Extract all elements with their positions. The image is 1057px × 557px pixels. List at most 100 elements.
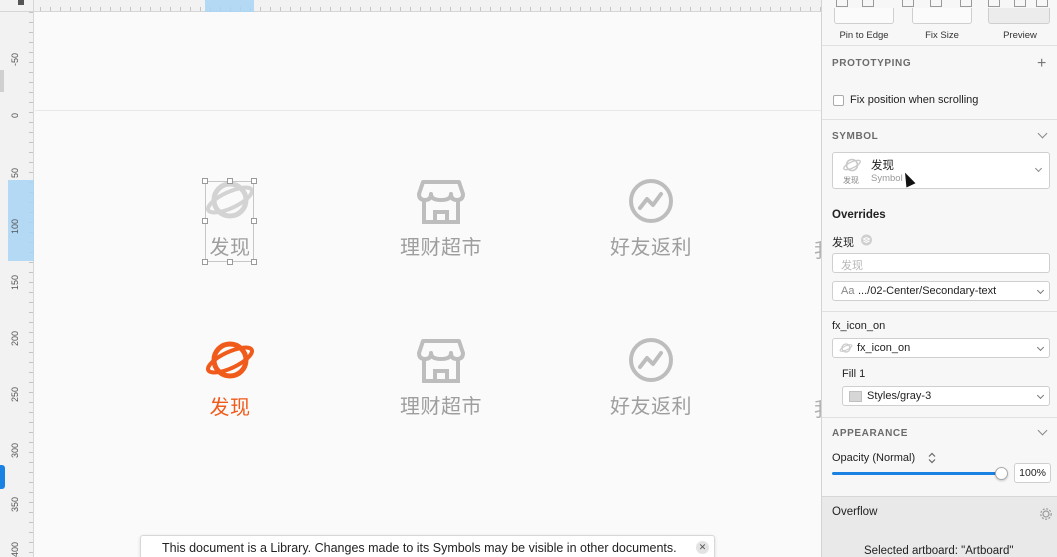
ruler-tick: 200	[10, 330, 20, 346]
preview-control[interactable]	[988, 8, 1050, 24]
resize-handle[interactable]	[202, 218, 208, 224]
tab-label: 理财超市	[400, 235, 482, 259]
tab-item-finance-market[interactable]: 理财超市	[371, 178, 511, 260]
align-icon[interactable]	[902, 0, 914, 7]
text-override-label: 发现	[832, 237, 854, 249]
ruler-tick: 50	[10, 167, 20, 178]
divider	[822, 119, 1057, 120]
artboard-edge	[35, 110, 821, 111]
icon-override-dropdown[interactable]: fx_icon_on	[832, 338, 1050, 358]
close-icon[interactable]: ✕	[696, 541, 709, 554]
align-icon[interactable]	[1014, 0, 1026, 7]
icon-override-label: fx_icon_on	[832, 320, 886, 332]
align-icon[interactable]	[836, 0, 848, 7]
appearance-header: APPEARANCE	[832, 428, 909, 439]
ruler-corner	[0, 0, 34, 12]
design-canvas[interactable]	[35, 13, 821, 557]
chevron-down-icon[interactable]	[1037, 128, 1048, 139]
tab-item-discover-active[interactable]: 发现	[160, 336, 300, 420]
text-style-dropdown[interactable]: Aa .../02-Center/Secondary-text	[832, 281, 1050, 301]
align-icon[interactable]	[862, 0, 874, 7]
symbol-name: 发现	[871, 160, 894, 172]
layer-gutter	[0, 12, 8, 557]
planet-icon	[843, 158, 861, 172]
resize-handle[interactable]	[227, 259, 233, 265]
layers-icon	[861, 234, 872, 246]
trend-circle-icon	[629, 338, 673, 382]
tab-item-friend-rebate[interactable]: 好友返利	[581, 337, 721, 419]
trend-circle-icon	[629, 179, 673, 223]
divider	[822, 45, 1057, 46]
align-icon[interactable]	[930, 0, 942, 7]
tab-item-friend-rebate[interactable]: 好友返利	[581, 178, 721, 260]
add-icon[interactable]: +	[1037, 56, 1046, 72]
color-swatch	[849, 391, 862, 402]
tab-label: 发现	[209, 395, 251, 419]
ruler-tick: -50	[10, 52, 20, 66]
ruler-tick: 350	[10, 496, 20, 512]
pin-to-edge-control[interactable]	[834, 8, 894, 24]
blend-mode-stepper-icon[interactable]	[928, 452, 936, 464]
text-style-icon: Aa	[841, 285, 855, 297]
ruler-tick: 100	[10, 218, 20, 234]
chevron-down-icon	[1036, 391, 1045, 400]
symbol-picker[interactable]: 发现 发现 Symbol	[832, 152, 1050, 189]
resize-handle[interactable]	[202, 259, 208, 265]
divider	[822, 417, 1057, 418]
fix-position-label: Fix position when scrolling	[850, 94, 979, 106]
icon-override-value: fx_icon_on	[857, 342, 911, 354]
clipped-tab-label: 我	[814, 393, 821, 422]
preview-label: Preview	[1003, 30, 1037, 41]
gutter-active-marker[interactable]	[0, 465, 5, 489]
planet-icon	[839, 343, 853, 353]
chevron-down-icon	[1036, 286, 1045, 295]
opacity-slider-knob[interactable]	[995, 467, 1008, 480]
notice-text: This document is a Library. Changes made…	[162, 541, 677, 555]
fix-size-control[interactable]	[912, 8, 972, 24]
fix-size-label: Fix Size	[925, 30, 959, 41]
tab-item-finance-market[interactable]: 理财超市	[371, 337, 511, 419]
align-icon[interactable]	[988, 0, 1000, 7]
gear-icon[interactable]	[1040, 508, 1052, 520]
store-icon	[417, 339, 465, 383]
align-icon[interactable]	[1036, 0, 1048, 7]
opacity-value-input[interactable]: 100%	[1014, 463, 1051, 483]
ruler-tick: 400	[10, 541, 20, 557]
clipped-tab-label: 我	[814, 234, 821, 263]
prototyping-header: PROTOTYPING	[832, 58, 912, 69]
fill-style-dropdown[interactable]: Styles/gray-3	[842, 386, 1050, 406]
resize-handle[interactable]	[251, 218, 257, 224]
sketch-window: -50 0 50 100 150 200 250 300 350 400 发现	[0, 0, 1057, 557]
text-style-value: .../02-Center/Secondary-text	[858, 285, 997, 297]
fill-style-value: Styles/gray-3	[867, 390, 932, 402]
pin-to-edge-label: Pin to Edge	[839, 30, 889, 41]
selection-box[interactable]	[202, 178, 257, 265]
text-override-placeholder: 发现	[841, 260, 863, 272]
resize-handle[interactable]	[251, 259, 257, 265]
horizontal-ruler[interactable]	[0, 0, 821, 12]
resize-handle[interactable]	[202, 178, 208, 184]
align-icon[interactable]	[960, 0, 972, 7]
text-override-input[interactable]: 发现	[832, 253, 1050, 273]
symbol-thumb-caption: 发现	[843, 176, 859, 185]
resize-handle[interactable]	[251, 178, 257, 184]
ruler-tick: 150	[10, 274, 20, 290]
overflow-header: Overflow	[832, 506, 878, 518]
resize-handle[interactable]	[227, 178, 233, 184]
tab-label: 好友返利	[610, 235, 692, 259]
chevron-down-icon	[1034, 164, 1043, 173]
symbol-header: SYMBOL	[832, 131, 879, 142]
store-icon	[417, 180, 465, 224]
vertical-ruler[interactable]: -50 0 50 100 150 200 250 300 350 400	[8, 12, 34, 557]
ruler-selection-highlight	[205, 0, 254, 12]
fix-position-checkbox[interactable]	[833, 95, 844, 106]
chevron-down-icon	[1036, 343, 1045, 352]
tab-label: 好友返利	[610, 394, 692, 418]
opacity-slider-track[interactable]	[832, 472, 1002, 475]
gutter-marker	[0, 70, 4, 92]
chevron-down-icon[interactable]	[1037, 425, 1048, 436]
ruler-tick: 0	[10, 112, 20, 118]
divider	[822, 311, 1057, 312]
selected-artboard-text: Selected artboard: "Artboard"	[864, 545, 1014, 557]
overflow-section: Overflow Selected artboard: "Artboard"	[822, 496, 1057, 557]
